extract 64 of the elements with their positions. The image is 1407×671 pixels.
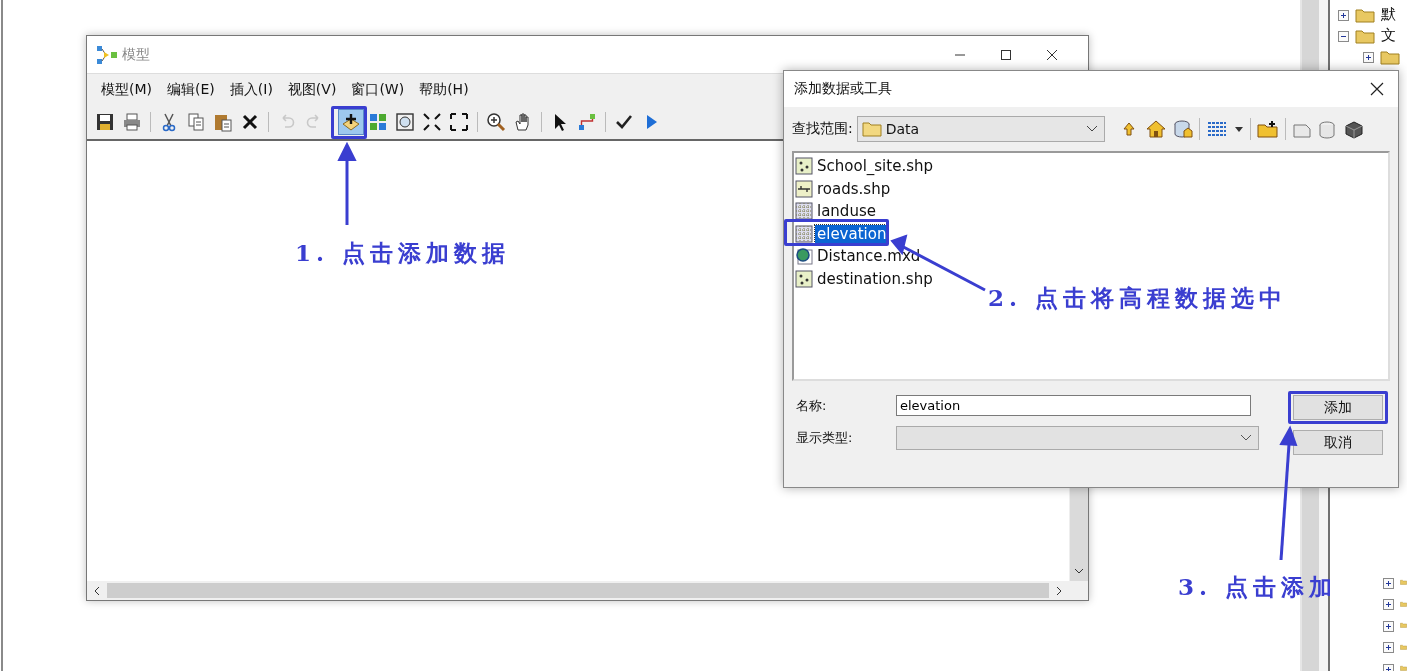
raster-file-icon — [795, 224, 813, 243]
menu-item[interactable]: 视图(V) — [281, 80, 346, 99]
new-folder-icon[interactable] — [1256, 119, 1279, 139]
chevron-down-icon — [1085, 125, 1098, 133]
annotation-text: 2. 点击将高程数据选中 — [988, 283, 1288, 313]
folder-icon — [1355, 6, 1375, 23]
new-database-icon[interactable] — [1317, 119, 1338, 139]
look-in-label: 查找范围: — [792, 120, 853, 138]
point-file-icon — [795, 157, 813, 176]
expander-icon[interactable] — [1383, 598, 1394, 610]
annotation-text: 1. 点击添加数据 — [295, 238, 511, 268]
tree-item[interactable]: 文 — [1381, 26, 1396, 45]
scroll-left-icon[interactable] — [93, 585, 101, 596]
menu-item[interactable]: 窗口(W) — [345, 80, 414, 99]
expander-icon[interactable] — [1363, 51, 1374, 62]
folder-icon — [1355, 27, 1375, 44]
toolbox-icon[interactable] — [1343, 119, 1364, 139]
menu-item[interactable]: 编辑(E) — [161, 80, 224, 99]
highlight-frame — [331, 106, 367, 139]
add-button[interactable]: 添加 — [1293, 395, 1383, 420]
name-field[interactable]: elevation — [896, 395, 1251, 416]
menu-item[interactable]: 模型(M) — [95, 80, 161, 99]
tree-item[interactable]: 默 — [1381, 5, 1396, 24]
raster-file-icon — [795, 202, 813, 221]
file-item[interactable]: landuse — [815, 202, 878, 221]
window-title: 模型 — [122, 45, 150, 64]
scroll-down-icon[interactable] — [1074, 567, 1084, 575]
type-label: 显示类型: — [795, 429, 854, 447]
expander-icon[interactable] — [1383, 619, 1394, 631]
model-icon — [96, 44, 118, 65]
point-file-icon — [795, 269, 813, 288]
menu-item[interactable]: 插入(I) — [223, 80, 282, 99]
expander-icon[interactable] — [1383, 662, 1394, 671]
add-data-icon[interactable] — [339, 110, 363, 134]
line-file-icon — [795, 179, 813, 198]
expander-icon[interactable] — [1338, 9, 1349, 20]
expander-icon[interactable] — [1383, 641, 1394, 653]
file-item[interactable]: destination.shp — [815, 269, 935, 288]
extent-icon[interactable] — [393, 110, 417, 134]
horizontal-scrollbar[interactable] — [87, 581, 1088, 600]
map-file-icon — [795, 247, 813, 266]
folder-icon — [1380, 48, 1400, 65]
cancel-button[interactable]: 取消 — [1293, 430, 1383, 455]
dialog-title: 添加数据或工具 — [794, 80, 892, 98]
folder-icon — [861, 121, 882, 137]
home-icon[interactable] — [1144, 119, 1167, 139]
expander-icon[interactable] — [1383, 576, 1394, 588]
name-label: 名称: — [795, 396, 828, 415]
zoom-in-icon[interactable] — [484, 110, 508, 134]
scroll-right-icon[interactable] — [1055, 585, 1063, 596]
look-in-dropdown[interactable]: Data — [856, 116, 1105, 142]
file-item[interactable]: roads.shp — [815, 179, 893, 198]
expand-icon[interactable] — [447, 110, 471, 134]
file-item[interactable]: elevation — [815, 224, 889, 243]
menu-item[interactable]: 帮助(H) — [413, 80, 478, 99]
file-item[interactable]: School_site.shp — [815, 157, 935, 176]
maximize-icon[interactable] — [1000, 48, 1012, 61]
database-icon[interactable] — [1172, 119, 1193, 139]
list-view-icon[interactable] — [1205, 119, 1228, 139]
close-icon[interactable] — [1370, 82, 1384, 96]
chevron-down-icon — [1240, 434, 1252, 442]
file-item[interactable]: Distance.mxd — [815, 247, 923, 266]
expander-icon[interactable] — [1338, 30, 1349, 41]
close-icon[interactable] — [1046, 48, 1058, 61]
